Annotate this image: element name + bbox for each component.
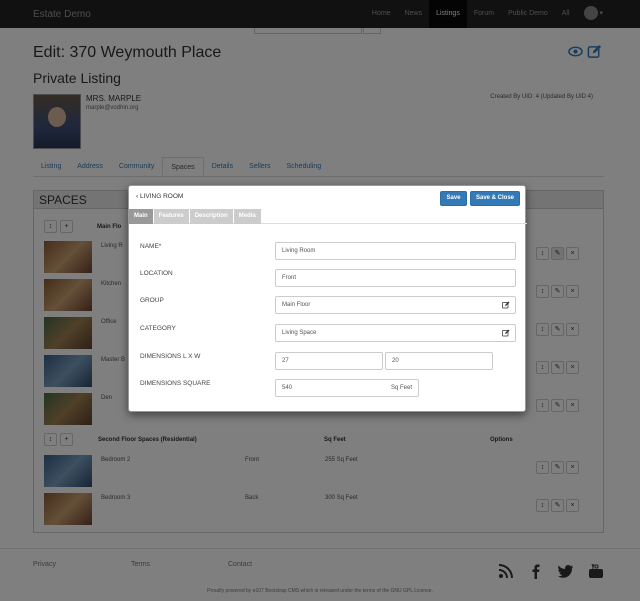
- save-close-button[interactable]: Save & Close: [470, 191, 520, 206]
- location-label: LOCATION: [140, 270, 173, 277]
- square-unit: Sq Feet: [390, 385, 412, 391]
- length-field[interactable]: 27: [275, 352, 383, 370]
- save-button[interactable]: Save: [440, 191, 467, 206]
- square-value: 540: [282, 385, 293, 391]
- tab-description[interactable]: Description: [189, 209, 233, 224]
- name-field[interactable]: Living Room: [275, 242, 516, 260]
- group-label: GROUP: [140, 297, 164, 304]
- category-select[interactable]: Living Space: [275, 324, 516, 342]
- edit-space-modal: ‹ LIVING ROOM Save Save & Close Main Fea…: [128, 185, 527, 412]
- square-label: DIMENSIONS SQUARE: [140, 380, 211, 387]
- width-field[interactable]: 20: [385, 352, 493, 370]
- category-label: CATEGORY: [140, 325, 176, 332]
- group-value: Main Floor: [282, 302, 311, 308]
- modal-tabs: Main Features Description Media: [129, 209, 527, 224]
- modal-title: LIVING ROOM: [139, 193, 184, 200]
- square-field[interactable]: 540 Sq Feet: [275, 379, 419, 397]
- back-to-list-link[interactable]: ‹ LIVING ROOM: [136, 193, 183, 200]
- dimensions-label: DIMENSIONS L X W: [140, 353, 201, 360]
- tab-main[interactable]: Main: [129, 209, 153, 224]
- category-value: Living Space: [282, 330, 317, 336]
- tab-media[interactable]: Media: [233, 209, 261, 224]
- name-label: NAME*: [140, 243, 162, 250]
- location-field[interactable]: Front: [275, 269, 516, 287]
- edit-icon[interactable]: [502, 329, 510, 337]
- edit-icon[interactable]: [502, 301, 510, 309]
- tab-features[interactable]: Features: [153, 209, 189, 224]
- group-select[interactable]: Main Floor: [275, 296, 516, 314]
